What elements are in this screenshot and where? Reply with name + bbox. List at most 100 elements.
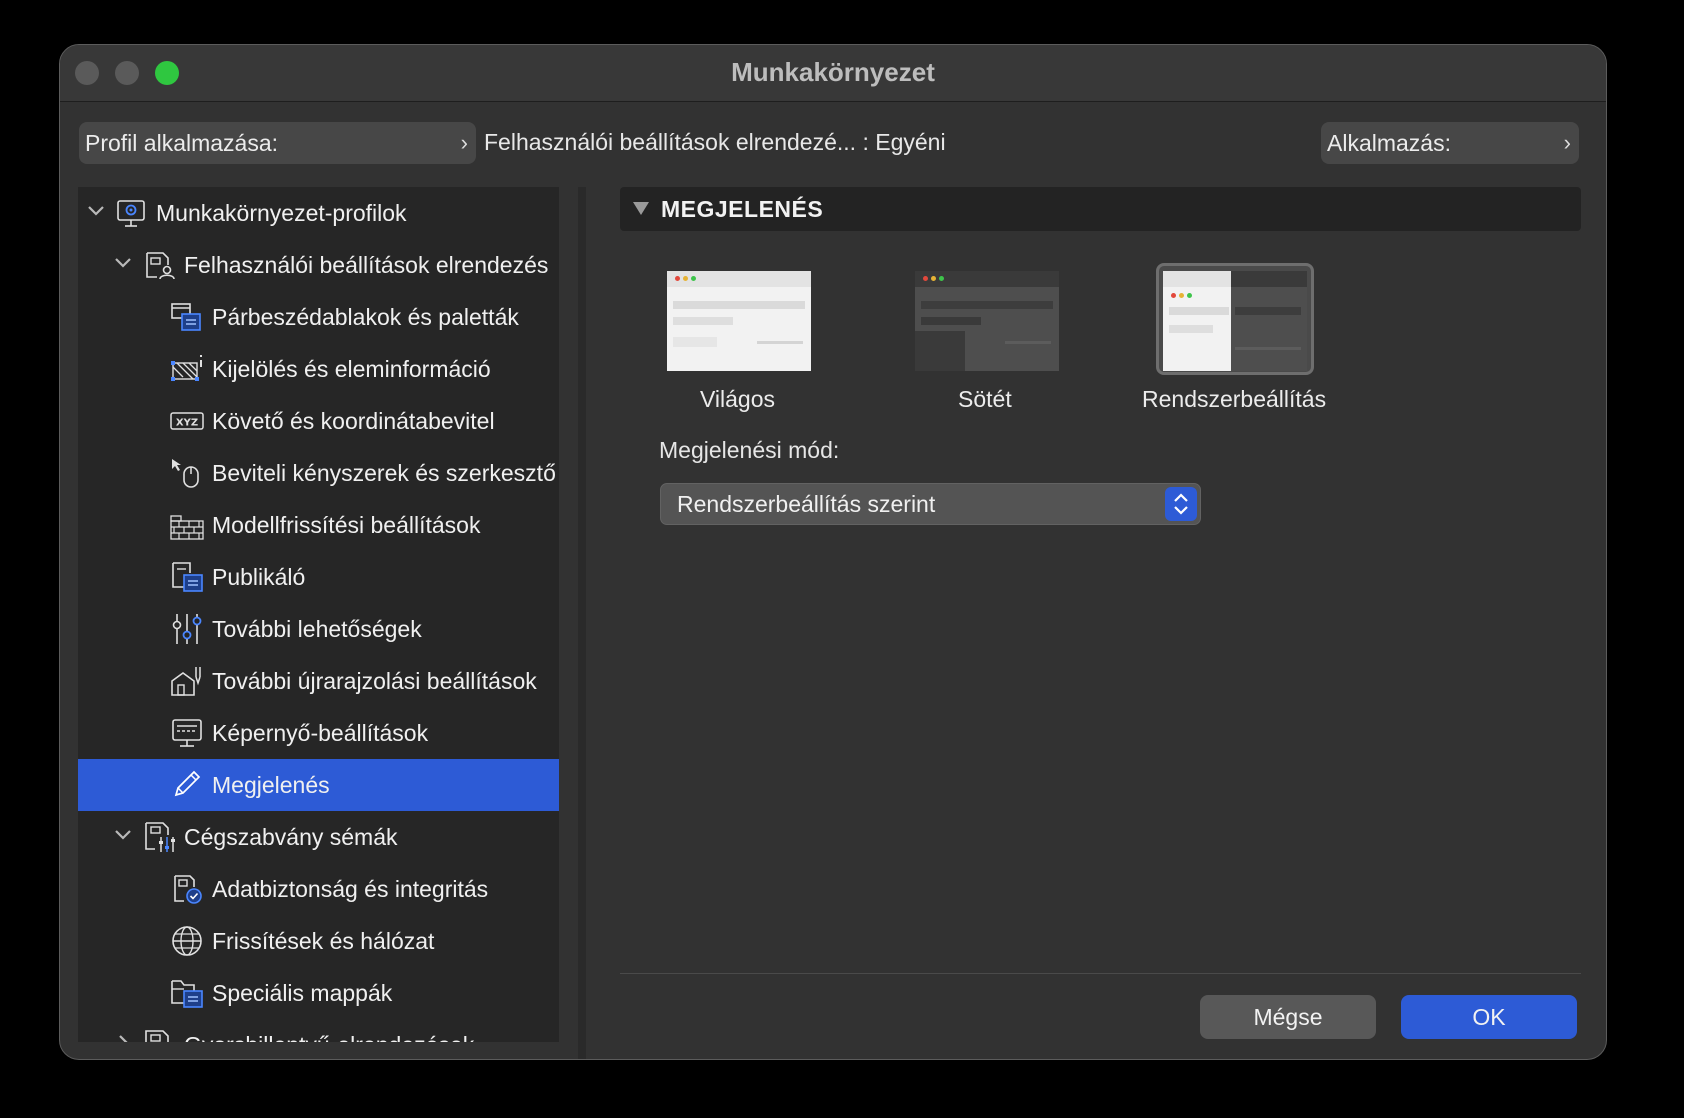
thumb-dot-yellow bbox=[683, 276, 688, 281]
thumb-toolbar bbox=[673, 301, 805, 309]
company-standards-icon bbox=[145, 822, 175, 852]
sidebar-item-data-safety[interactable]: Adatbiztonság és integritás bbox=[78, 863, 559, 915]
thumb-titlebar bbox=[915, 271, 1059, 287]
section-title: MEGJELENÉS bbox=[661, 196, 824, 222]
appearance-mode-select[interactable]: Rendszerbeállítás szerint bbox=[660, 483, 1201, 525]
sidebar-item-model-rebuild[interactable]: Modellfrissítési beállítások bbox=[78, 499, 559, 551]
thumb-titlebar bbox=[1163, 271, 1231, 287]
thumb-dot-green bbox=[1187, 293, 1192, 298]
sidebar-item-dialogs-palettes[interactable]: Párbeszédablakok és paletták bbox=[78, 291, 559, 343]
thumb-toolbar bbox=[1169, 307, 1229, 315]
thumb-titlebar-dark bbox=[1231, 271, 1307, 287]
current-profile-path: Felhasználói beállítások elrendezé... : … bbox=[484, 129, 946, 155]
sidebar-tree[interactable]: Munkakörnyezet-profilok Felhasználói beá… bbox=[78, 187, 559, 1042]
thumb-dot-green bbox=[939, 276, 944, 281]
chevron-right-icon[interactable] bbox=[111, 1031, 135, 1042]
sidebar-item-label: Beviteli kényszerek és szerkesztő bbox=[212, 460, 556, 486]
updown-chevron-icon bbox=[1174, 493, 1188, 515]
sidebar-item-appearance[interactable]: Megjelenés bbox=[78, 759, 559, 811]
sidebar-item-publisher[interactable]: Publikáló bbox=[78, 551, 559, 603]
sidebar-item-label: Megjelenés bbox=[212, 772, 330, 798]
redraw-house-icon bbox=[171, 667, 201, 696]
sidebar-item-label: Modellfrissítési beállítások bbox=[212, 512, 481, 538]
appearance-mode-value: Rendszerbeállítás szerint bbox=[677, 491, 936, 517]
sidebar-item-label: Munkakörnyezet-profilok bbox=[156, 200, 407, 226]
chevron-down-icon[interactable] bbox=[111, 823, 135, 847]
thumb-dot-yellow bbox=[1179, 293, 1184, 298]
preferences-window: Munkakörnyezet Profil alkalmazása: › Fel… bbox=[59, 44, 1607, 1060]
thumb-titlebar bbox=[667, 271, 811, 287]
publisher-icon bbox=[172, 562, 203, 592]
ok-button[interactable]: OK bbox=[1401, 995, 1577, 1039]
theme-light-thumbnail[interactable] bbox=[667, 271, 811, 371]
sidebar-item-input-constraints[interactable]: Beviteli kényszerek és szerkesztő bbox=[78, 447, 559, 499]
theme-system-thumbnail[interactable] bbox=[1163, 271, 1307, 371]
sidebar-item-label: Publikáló bbox=[212, 564, 306, 590]
chevron-down-icon[interactable] bbox=[111, 251, 135, 275]
chevron-right-icon: › bbox=[1563, 130, 1571, 155]
sidebar-item-tracker-coordinates[interactable]: XYZ Követő és koordinátabevitel bbox=[78, 395, 559, 447]
sidebar-item-label: Frissítések és hálózat bbox=[212, 928, 435, 954]
display-icon bbox=[172, 719, 202, 747]
apply-button[interactable]: Alkalmazás: › bbox=[1321, 122, 1579, 164]
xyz-icon: XYZ bbox=[170, 412, 204, 430]
chevron-right-icon: › bbox=[460, 130, 468, 155]
sidebar-item-label: További újrarajzolási beállítások bbox=[212, 668, 537, 694]
sidebar-item-user-interface-layout[interactable]: Felhasználói beállítások elrendezés bbox=[78, 239, 559, 291]
sidebar-item-redraw-options[interactable]: További újrarajzolási beállítások bbox=[78, 655, 559, 707]
thumb-dot-red bbox=[675, 276, 680, 281]
selection-info-icon bbox=[171, 355, 202, 381]
sliders-icon bbox=[172, 614, 202, 644]
thumb-dot-yellow bbox=[931, 276, 936, 281]
appearance-section-header[interactable]: MEGJELENÉS bbox=[620, 187, 1581, 231]
thumb-row bbox=[921, 317, 981, 325]
sidebar-item-shortcut-schemes[interactable]: Gyorsbillentyű-elrendezések bbox=[78, 1019, 559, 1042]
sidebar-item-label: Cégszabvány sémák bbox=[184, 824, 398, 850]
thumb-toolbar bbox=[921, 301, 1053, 309]
thumb-row bbox=[1235, 347, 1301, 350]
theme-dark-label[interactable]: Sötét bbox=[958, 386, 1012, 413]
data-safety-icon bbox=[174, 875, 202, 904]
shortcut-schemes-icon bbox=[145, 1030, 169, 1042]
title-bar: Munkakörnyezet bbox=[60, 45, 1606, 102]
cancel-button[interactable]: Mégse bbox=[1200, 995, 1376, 1039]
sidebar-item-updates-network[interactable]: Frissítések és hálózat bbox=[78, 915, 559, 967]
sidebar-item-label: Felhasználói beállítások elrendezés bbox=[184, 252, 549, 278]
sidebar-item-company-standards[interactable]: Cégszabvány sémák bbox=[78, 811, 559, 863]
thumb-row bbox=[757, 341, 803, 344]
thumb-row bbox=[1169, 325, 1213, 333]
mouse-cursor-icon bbox=[172, 459, 199, 488]
sidebar-item-display-settings[interactable]: Képernyő-beállítások bbox=[78, 707, 559, 759]
disclosure-triangle-icon[interactable] bbox=[633, 202, 649, 215]
folder-icon bbox=[171, 980, 203, 1008]
appearance-mode-label: Megjelenési mód: bbox=[659, 437, 840, 463]
brick-wall-icon bbox=[170, 515, 204, 540]
thumb-dot-red bbox=[923, 276, 928, 281]
chevron-down-icon[interactable] bbox=[84, 199, 108, 223]
window-title: Munkakörnyezet bbox=[731, 57, 935, 87]
thumb-dot-green bbox=[691, 276, 696, 281]
sidebar-item-label: Képernyő-beállítások bbox=[212, 720, 429, 746]
pencil-icon bbox=[174, 770, 201, 797]
select-stepper-icon[interactable] bbox=[1165, 487, 1197, 521]
apply-profile-label: Profil alkalmazása: bbox=[85, 130, 279, 156]
sidebar-item-more-options[interactable]: További lehetőségek bbox=[78, 603, 559, 655]
theme-system-label[interactable]: Rendszerbeállítás bbox=[1142, 386, 1326, 413]
thumb-dot-red bbox=[1171, 293, 1176, 298]
footer-divider bbox=[620, 973, 1581, 974]
sidebar-item-label: Kijelölés és eleminformáció bbox=[212, 356, 491, 382]
sidebar-item-label: Követő és koordinátabevitel bbox=[212, 408, 495, 434]
user-layout-icon bbox=[146, 252, 175, 280]
sidebar-item-workspace-profiles[interactable]: Munkakörnyezet-profilok bbox=[78, 187, 559, 239]
workspace-profiles-icon bbox=[117, 200, 145, 227]
sidebar-item-selection-info[interactable]: Kijelölés és eleminformáció bbox=[78, 343, 559, 395]
sidebar-item-label: Párbeszédablakok és paletták bbox=[212, 304, 519, 330]
globe-icon bbox=[172, 926, 202, 956]
sidebar-item-label: Adatbiztonság és integritás bbox=[212, 876, 489, 902]
theme-dark-thumbnail[interactable] bbox=[915, 271, 1059, 371]
theme-light-label[interactable]: Világos bbox=[700, 386, 775, 413]
apply-profile-button[interactable]: Profil alkalmazása: › bbox=[79, 122, 476, 164]
splitter[interactable] bbox=[578, 187, 586, 1059]
sidebar-item-special-folders[interactable]: Speciális mappák bbox=[78, 967, 559, 1019]
thumb-row bbox=[673, 317, 733, 325]
